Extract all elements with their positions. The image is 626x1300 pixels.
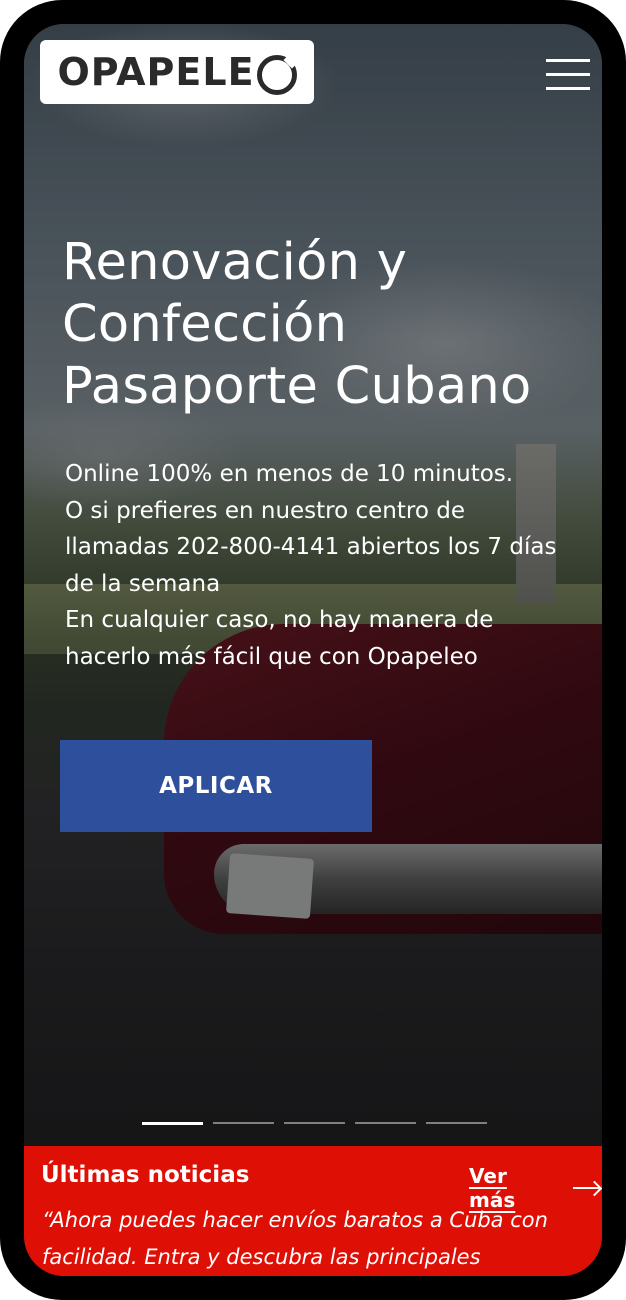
carousel-dot-1[interactable] [142, 1122, 203, 1125]
news-quote[interactable]: “Ahora puedes hacer envíos baratos a Cub… [42, 1202, 587, 1276]
site-logo[interactable]: OPAPELE [40, 40, 314, 104]
hero-description: Online 100% en menos de 10 minutos. O si… [65, 456, 575, 675]
menu-line [546, 73, 590, 76]
hero-title-line: Confección [62, 295, 348, 354]
hero-description-line: Online 100% en menos de 10 minutos. [65, 461, 514, 487]
logo-text: OPAPELE [57, 50, 255, 94]
screen: OPAPELE Renovación y Confección Pasaport… [24, 24, 602, 1276]
logo-o-icon [256, 55, 297, 95]
news-bar: Últimas noticias Ver más “Ahora puedes h… [24, 1146, 602, 1276]
hero-description-line: O si prefieres en nuestro centro de llam… [65, 497, 557, 597]
hero-description-line: En cualquier caso, no hay manera de hace… [65, 607, 494, 670]
news-title: Últimas noticias [41, 1162, 250, 1188]
menu-line [546, 87, 590, 90]
carousel-indicators [142, 1122, 487, 1125]
carousel-dot-5[interactable] [426, 1122, 487, 1124]
arrow-right-icon [572, 1181, 603, 1195]
phone-frame: OPAPELE Renovación y Confección Pasaport… [0, 0, 626, 1300]
hamburger-menu-icon[interactable] [546, 59, 590, 91]
menu-line [546, 59, 590, 62]
hero-title-line: Pasaporte Cubano [62, 357, 532, 416]
carousel-dot-2[interactable] [213, 1122, 274, 1124]
apply-button[interactable]: APLICAR [60, 740, 372, 832]
hero-title: Renovación y Confección Pasaporte Cubano [62, 232, 582, 418]
carousel-dot-4[interactable] [355, 1122, 416, 1124]
hero-title-line: Renovación y [62, 233, 408, 292]
carousel-dot-3[interactable] [284, 1122, 345, 1124]
